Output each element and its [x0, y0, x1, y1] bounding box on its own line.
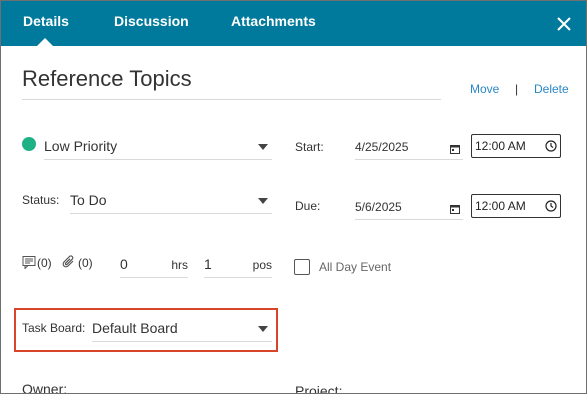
position-unit: pos [252, 258, 272, 272]
chevron-down-icon [258, 326, 268, 332]
link-separator: | [515, 82, 519, 96]
task-dialog: Details Discussion Attachments Reference… [0, 0, 587, 394]
active-tab-indicator [37, 38, 53, 46]
start-date-input[interactable]: 4/25/2025 [355, 136, 463, 160]
task-title-input[interactable]: Reference Topics [22, 64, 441, 100]
calendar-icon[interactable] [450, 204, 460, 214]
start-label: Start: [295, 140, 324, 154]
close-button[interactable] [552, 12, 576, 36]
hours-input[interactable]: 0 hrs [120, 252, 188, 278]
project-label: Project: [295, 383, 343, 394]
position-input[interactable]: 1 pos [204, 252, 272, 278]
owner-label: Owner: [22, 381, 68, 394]
status-label: Status: [22, 193, 60, 207]
close-icon [557, 17, 571, 31]
status-value: To Do [70, 192, 107, 208]
chevron-down-icon [258, 144, 268, 150]
chevron-down-icon [258, 198, 268, 204]
due-time-value: 12:00 AM [475, 199, 526, 213]
position-value: 1 [204, 256, 212, 272]
all-day-label[interactable]: All Day Event [319, 260, 391, 274]
task-board-value: Default Board [92, 320, 178, 336]
priority-value: Low Priority [44, 138, 118, 154]
status-select[interactable]: To Do [70, 188, 272, 214]
move-link[interactable]: Move [470, 82, 499, 96]
hours-value: 0 [120, 256, 128, 272]
task-board-select[interactable]: Default Board [92, 316, 272, 342]
priority-color-dot [22, 137, 36, 151]
task-board-label: Task Board: [22, 321, 86, 335]
paperclip-icon[interactable] [62, 255, 76, 269]
tab-discussion[interactable]: Discussion [114, 1, 189, 46]
notes-count: (0) [37, 256, 52, 270]
all-day-checkbox[interactable] [294, 259, 310, 275]
hours-unit: hrs [171, 258, 188, 272]
priority-select[interactable]: Low Priority [44, 134, 272, 160]
dialog-header: Details Discussion Attachments [1, 1, 586, 46]
due-time-input[interactable]: 12:00 AM [471, 194, 561, 218]
due-label: Due: [295, 199, 321, 213]
tab-attachments[interactable]: Attachments [231, 1, 316, 46]
start-time-value: 12:00 AM [475, 139, 526, 153]
start-time-input[interactable]: 12:00 AM [471, 134, 561, 158]
start-date-value: 4/25/2025 [355, 140, 409, 154]
delete-link[interactable]: Delete [534, 82, 569, 96]
attachments-count: (0) [78, 256, 93, 270]
clock-icon[interactable] [545, 140, 557, 152]
due-date-value: 5/6/2025 [355, 200, 402, 214]
clock-icon[interactable] [545, 200, 557, 212]
notes-icon[interactable] [22, 256, 36, 269]
due-date-input[interactable]: 5/6/2025 [355, 196, 463, 220]
calendar-icon[interactable] [450, 144, 460, 154]
